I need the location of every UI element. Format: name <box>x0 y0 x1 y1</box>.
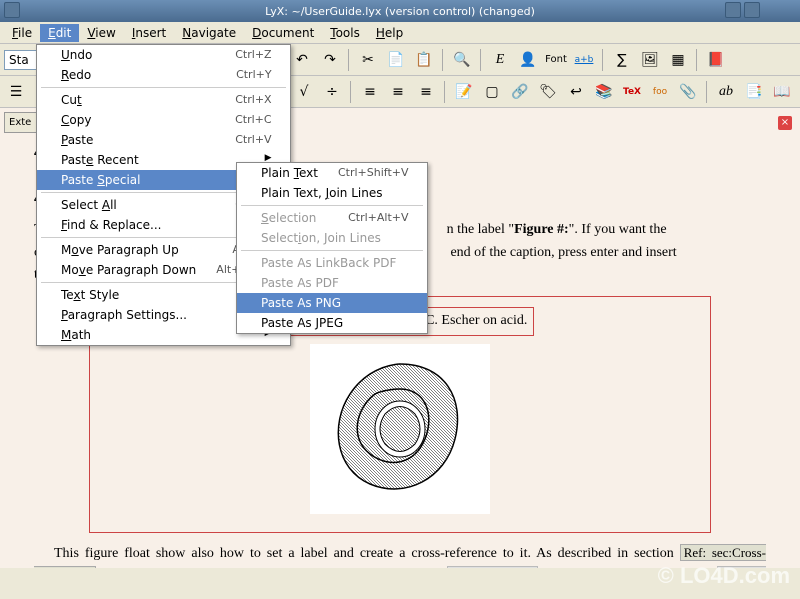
box-icon[interactable]: ▢ <box>480 80 504 104</box>
paste-special-item[interactable]: Paste As PNG <box>237 293 427 313</box>
cut-icon[interactable]: ✂ <box>356 48 380 72</box>
cite-icon[interactable]: 📚 <box>592 80 616 104</box>
link-icon[interactable]: 🔗 <box>508 80 532 104</box>
menu-tools[interactable]: Tools <box>322 24 368 42</box>
edit-menu-item[interactable]: RedoCtrl+Y <box>37 65 290 85</box>
menu-edit[interactable]: Edit <box>40 24 79 42</box>
sqrt-icon[interactable]: √ <box>292 80 316 104</box>
minimize-button[interactable] <box>725 2 741 18</box>
note-icon[interactable]: 📝 <box>452 80 476 104</box>
paste-special-item: SelectionCtrl+Alt+V <box>237 208 427 228</box>
include-icon[interactable]: 📎 <box>676 80 700 104</box>
paste-special-item[interactable]: Plain Text, Join Lines <box>237 183 427 203</box>
align-center-icon[interactable]: ≡ <box>386 80 410 104</box>
font-icon[interactable]: Font <box>544 48 568 72</box>
paste-special-item: Paste As LinkBack PDF <box>237 253 427 273</box>
find-icon[interactable]: 🔍 <box>450 48 474 72</box>
toc-icon[interactable]: 📖 <box>770 80 794 104</box>
paste-special-submenu: Plain TextCtrl+Shift+VPlain Text, Join L… <box>236 162 428 334</box>
edit-menu-item[interactable]: CopyCtrl+C <box>37 110 290 130</box>
paragraph: This figure float show also how to set a… <box>34 543 766 568</box>
paste-icon[interactable]: 📋 <box>412 48 436 72</box>
align-right-icon[interactable]: ≡ <box>414 80 438 104</box>
foo-icon[interactable]: foo <box>648 80 672 104</box>
paste-special-item[interactable]: Plain TextCtrl+Shift+V <box>237 163 427 183</box>
copy-icon[interactable]: 📄 <box>384 48 408 72</box>
frac-icon[interactable]: ÷ <box>320 80 344 104</box>
noun-icon[interactable]: 👤 <box>516 48 540 72</box>
textstyle-icon[interactable]: a+b <box>572 48 596 72</box>
emphasis-icon[interactable]: E <box>488 48 512 72</box>
menu-view[interactable]: View <box>79 24 123 42</box>
image-icon[interactable]: 🖼 <box>638 48 662 72</box>
table-icon[interactable]: ▦ <box>666 48 690 72</box>
paste-special-item[interactable]: Paste As JPEG <box>237 313 427 333</box>
watermark: © LO4D.com <box>658 563 790 589</box>
menu-path: Insert ▷ Label <box>447 566 538 568</box>
titlebar: LyX: ~/UserGuide.lyx (version control) (… <box>0 0 800 22</box>
textit-icon[interactable]: ab <box>714 80 738 104</box>
tex-icon[interactable]: TeX <box>620 80 644 104</box>
window-menu-icon[interactable] <box>4 2 20 18</box>
redo-icon[interactable]: ↷ <box>318 48 342 72</box>
menu-help[interactable]: Help <box>368 24 411 42</box>
math-icon[interactable]: ∑ <box>610 48 634 72</box>
menu-file[interactable]: File <box>4 24 40 42</box>
edit-menu-item[interactable]: UndoCtrl+Z <box>37 45 290 65</box>
menu-document[interactable]: Document <box>244 24 322 42</box>
paste-special-item: Paste As PDF <box>237 273 427 293</box>
label-icon[interactable]: 🏷 <box>536 80 560 104</box>
maximize-button[interactable] <box>744 2 760 18</box>
paste-special-item: Selection, Join Lines <box>237 228 427 248</box>
edit-menu-item[interactable]: PasteCtrl+V <box>37 130 290 150</box>
book-icon[interactable]: 📕 <box>704 48 728 72</box>
index-icon[interactable]: 📑 <box>742 80 766 104</box>
menu-navigate[interactable]: Navigate <box>174 24 244 42</box>
menu-insert[interactable]: Insert <box>124 24 174 42</box>
ref-icon[interactable]: ↩ <box>564 80 588 104</box>
edit-menu-item[interactable]: CutCtrl+X <box>37 90 290 110</box>
figure-image[interactable] <box>310 344 490 514</box>
undo-icon[interactable]: ↶ <box>290 48 314 72</box>
close-panel-icon[interactable]: × <box>778 116 792 130</box>
list-icon[interactable]: ☰ <box>4 80 28 104</box>
align-left-icon[interactable]: ≡ <box>358 80 382 104</box>
window-title: LyX: ~/UserGuide.lyx (version control) (… <box>265 5 535 18</box>
menubar: File Edit View Insert Navigate Document … <box>0 22 800 44</box>
